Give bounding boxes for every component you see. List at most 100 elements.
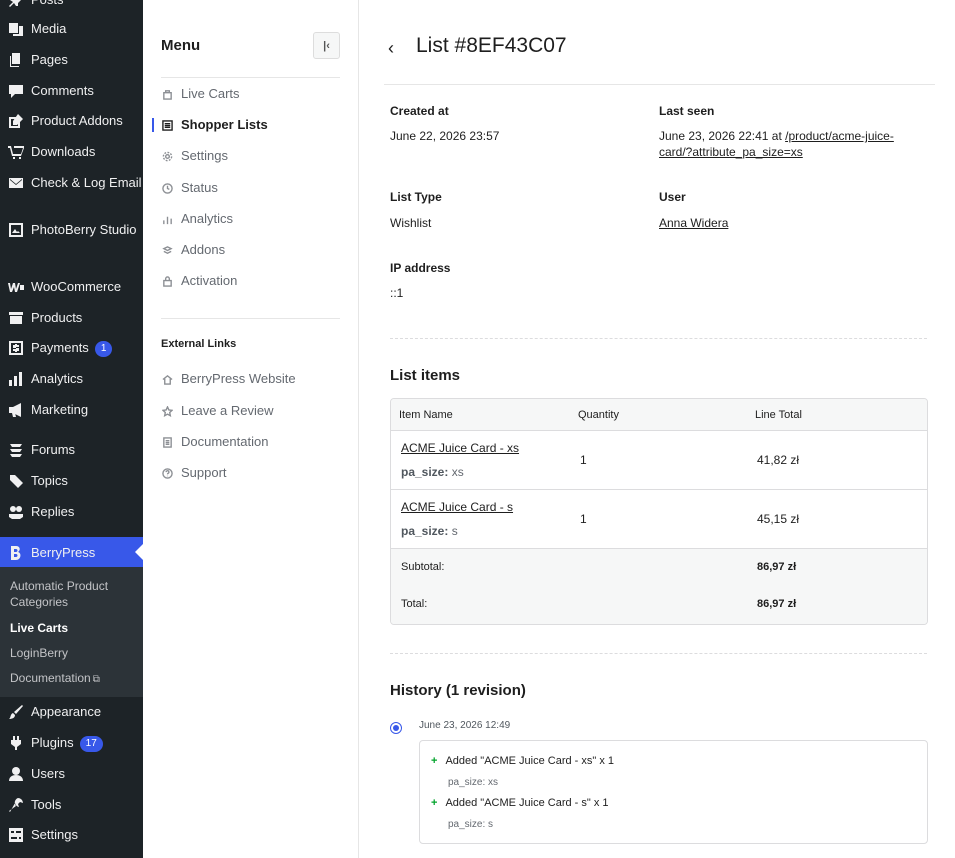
user-label: User bbox=[659, 190, 686, 204]
revision-change: + Added "ACME Juice Card - s" x 1 bbox=[431, 797, 609, 809]
back-chevron-icon[interactable]: ‹ bbox=[388, 38, 394, 59]
menu-item-activation[interactable]: Activation bbox=[161, 273, 340, 289]
gear-icon bbox=[161, 150, 173, 162]
user-icon bbox=[7, 766, 25, 782]
column-header-item-name: Item Name bbox=[399, 409, 453, 421]
table-row: ACME Juice Card - s pa_size: s 1 45,15 z… bbox=[391, 490, 927, 549]
subtotal-label: Subtotal: bbox=[401, 561, 445, 573]
wp-menu-topics[interactable]: Topics bbox=[0, 473, 143, 489]
item-meta: pa_size: xs bbox=[401, 465, 464, 479]
item-line-total: 45,15 zł bbox=[757, 512, 800, 526]
wp-menu-products[interactable]: Products bbox=[0, 310, 143, 326]
wp-menu-tools[interactable]: Tools bbox=[0, 797, 143, 813]
item-line-total: 41,82 zł bbox=[757, 453, 800, 467]
wp-menu-woocommerce[interactable]: WooCommerce bbox=[0, 279, 143, 295]
wp-menu-product-addons[interactable]: Product Addons bbox=[0, 113, 143, 129]
wp-menu-payments[interactable]: Payments 1 bbox=[0, 340, 143, 357]
revision-change-meta: pa_size: s bbox=[448, 819, 494, 830]
bar-chart-icon bbox=[161, 213, 173, 225]
table-header-row: Item Name Quantity Line Total bbox=[391, 399, 927, 431]
list-type-value: Wishlist bbox=[390, 216, 432, 230]
total-label: Total: bbox=[401, 598, 428, 610]
external-link-icon: ⧉ bbox=[92, 674, 100, 685]
user-value: Anna Widera bbox=[659, 215, 728, 231]
wp-menu-marketing[interactable]: Marketing bbox=[0, 402, 143, 418]
wp-menu-comments[interactable]: Comments bbox=[0, 83, 143, 99]
wp-menu-forums[interactable]: Forums bbox=[0, 442, 143, 458]
wp-submenu-documentation[interactable]: Documentation ⧉ bbox=[10, 670, 138, 688]
total-value: 86,97 zł bbox=[757, 598, 797, 610]
created-at-value: June 22, 2026 23:57 bbox=[390, 129, 500, 143]
payments-count-badge: 1 bbox=[94, 341, 113, 357]
menu-item-settings[interactable]: Settings bbox=[161, 148, 340, 164]
wp-submenu-auto-categories[interactable]: Automatic Product Categories bbox=[10, 578, 138, 610]
berrypress-icon bbox=[7, 545, 25, 561]
home-icon bbox=[161, 373, 173, 385]
subtotal-row: Subtotal: 86,97 zł bbox=[391, 549, 927, 587]
revision-changes-box: + Added "ACME Juice Card - xs" x 1 pa_siz… bbox=[419, 740, 928, 844]
item-meta: pa_size: s bbox=[401, 524, 458, 538]
item-name-link[interactable]: ACME Juice Card - s bbox=[401, 500, 513, 514]
wp-menu-plugins[interactable]: Plugins 17 bbox=[0, 735, 143, 752]
header-divider bbox=[384, 84, 935, 85]
created-at-label: Created at bbox=[390, 104, 449, 118]
wp-menu-settings[interactable]: Settings bbox=[0, 827, 143, 843]
menu-link-berrypress-website[interactable]: BerryPress Website bbox=[161, 371, 340, 387]
plus-icon: + bbox=[431, 797, 438, 809]
item-name-link[interactable]: ACME Juice Card - xs bbox=[401, 441, 519, 455]
menu-link-leave-review[interactable]: Leave a Review bbox=[161, 403, 340, 419]
wp-menu-photoberry[interactable]: PhotoBerry Studio bbox=[0, 222, 143, 238]
total-row: Total: 86,97 zł bbox=[391, 586, 927, 624]
ip-address-label: IP address bbox=[390, 261, 451, 275]
user-link[interactable]: Anna Widera bbox=[659, 216, 728, 230]
wp-menu-media[interactable]: Media bbox=[0, 21, 143, 37]
cart-download-icon bbox=[7, 144, 25, 160]
wp-menu-downloads[interactable]: Downloads bbox=[0, 144, 143, 160]
comment-icon bbox=[7, 83, 25, 99]
menu-item-analytics[interactable]: Analytics bbox=[161, 211, 340, 227]
wp-menu-appearance[interactable]: Appearance bbox=[0, 704, 143, 720]
topics-icon bbox=[7, 473, 25, 489]
edit-icon bbox=[7, 113, 25, 129]
menu-link-support[interactable]: Support bbox=[161, 465, 340, 481]
pin-icon bbox=[7, 0, 25, 8]
menu-item-live-carts[interactable]: Live Carts bbox=[161, 86, 340, 102]
menu-title: Menu bbox=[161, 37, 201, 54]
wp-menu-berrypress[interactable]: BerryPress bbox=[0, 545, 143, 561]
wp-admin-sidebar: Posts Media Pages Comments Product Addon… bbox=[0, 0, 143, 858]
revision-change-meta: pa_size: xs bbox=[448, 777, 499, 788]
wp-menu-users[interactable]: Users bbox=[0, 766, 143, 782]
plug-icon bbox=[7, 735, 25, 751]
page-title: List #8EF43C07 bbox=[416, 34, 567, 57]
collapse-menu-button[interactable]: |‹ bbox=[313, 32, 340, 59]
active-item-indicator bbox=[152, 118, 154, 132]
menu-link-documentation[interactable]: Documentation bbox=[161, 434, 340, 450]
menu-item-addons[interactable]: Addons bbox=[161, 242, 340, 258]
history-title: History (1 revision) bbox=[390, 682, 526, 699]
wp-menu-pages[interactable]: Pages bbox=[0, 52, 143, 68]
archive-icon bbox=[7, 310, 25, 326]
pages-icon bbox=[7, 52, 25, 68]
wp-submenu-loginberry[interactable]: LoginBerry bbox=[10, 645, 138, 661]
revision-radio[interactable] bbox=[390, 722, 402, 734]
list-icon bbox=[161, 119, 173, 131]
wp-submenu-live-carts[interactable]: Live Carts bbox=[10, 620, 138, 636]
brush-icon bbox=[7, 704, 25, 720]
wp-menu-analytics[interactable]: Analytics bbox=[0, 371, 143, 387]
media-icon bbox=[7, 21, 25, 37]
list-detail-main: ‹ List #8EF43C07 Created at June 22, 202… bbox=[360, 0, 955, 858]
settings-sliders-icon bbox=[7, 827, 25, 843]
wrench-icon bbox=[7, 797, 25, 813]
doc-icon bbox=[161, 436, 173, 448]
dollar-icon bbox=[7, 340, 25, 356]
wp-menu-check-log-email[interactable]: Check & Log Email bbox=[0, 175, 143, 191]
last-seen-value: June 23, 2026 22:41 at /product/acme-jui… bbox=[659, 129, 894, 159]
forums-icon bbox=[7, 442, 25, 458]
menu-item-status[interactable]: Status bbox=[161, 180, 340, 196]
wp-menu-replies[interactable]: Replies bbox=[0, 504, 143, 520]
help-icon bbox=[161, 467, 173, 479]
wp-menu-posts[interactable]: Posts bbox=[0, 0, 143, 8]
cart-icon bbox=[161, 88, 173, 100]
menu-item-shopper-lists[interactable]: Shopper Lists bbox=[161, 117, 340, 133]
list-items-title: List items bbox=[390, 367, 461, 384]
